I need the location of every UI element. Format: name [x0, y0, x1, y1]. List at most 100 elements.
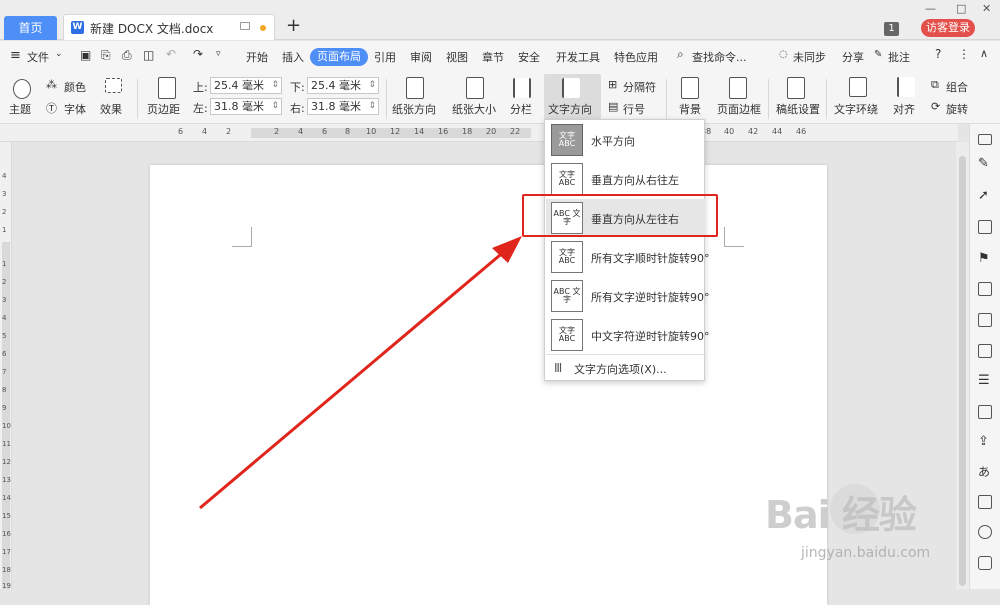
horizontal-text-icon: 文字 ABC: [551, 124, 583, 156]
export-pdf-icon[interactable]: ⎘: [101, 48, 111, 63]
menu-view[interactable]: 视图: [446, 49, 468, 65]
draft-setting-button[interactable]: 稿纸设置: [776, 101, 820, 117]
menu-chapter[interactable]: 章节: [482, 49, 504, 65]
separator-button[interactable]: 分隔符: [623, 79, 656, 95]
pen-icon[interactable]: ✎: [978, 157, 992, 171]
share-icon[interactable]: ⇪: [978, 435, 992, 449]
dropdown-item-rotate-ccw[interactable]: ABC 文字 所有文字逆时针旋转90°: [546, 277, 710, 315]
dropdown-item-horizontal[interactable]: 文字 ABC 水平方向: [546, 121, 705, 159]
menu-start[interactable]: 开始: [246, 49, 268, 65]
text-direction-button[interactable]: 文字方向: [548, 101, 592, 117]
vertical-ruler[interactable]: 4 3 2 1 1 2 3 4 5 6 7 8 9 10 11 12 13 14…: [0, 142, 12, 590]
share-button[interactable]: 分享: [842, 49, 864, 65]
background-button[interactable]: 背景: [679, 101, 701, 117]
search-icon[interactable]: ⌕: [677, 47, 684, 62]
more-icon[interactable]: ⋮: [958, 47, 970, 61]
grid-icon[interactable]: [978, 313, 992, 327]
print-preview-icon[interactable]: ◫: [143, 48, 154, 62]
menu-review[interactable]: 审阅: [410, 49, 432, 65]
align-icon: [897, 77, 915, 97]
refresh-icon[interactable]: [978, 525, 992, 539]
right-sidebar: ✎ ➚ ⚑ ☰ ⇪ あ: [969, 124, 1000, 589]
effect-button[interactable]: 效果: [100, 101, 122, 117]
tab-home[interactable]: 首页: [4, 16, 57, 40]
minimize-button[interactable]: —: [925, 2, 936, 15]
ruler-number: 2: [274, 127, 280, 136]
top-margin-input[interactable]: 25.4 毫米: [210, 77, 282, 94]
sidebar-toggle-icon[interactable]: [978, 134, 992, 145]
ruler-number: 15: [2, 512, 11, 520]
archive-icon[interactable]: [978, 495, 992, 509]
collapse-ribbon-icon[interactable]: ∧: [980, 47, 988, 60]
ruler-number: 7: [2, 368, 7, 376]
unsync-status[interactable]: 未同步: [793, 49, 826, 65]
shield-icon[interactable]: [978, 556, 992, 570]
horizontal-ruler[interactable]: 6 4 2 2 4 6 8 10 12 14 16 18 20 22 38 40…: [0, 124, 958, 142]
visitor-login-button[interactable]: 访客登录: [921, 19, 975, 37]
menu-page-layout[interactable]: 页面布局: [310, 48, 368, 66]
right-margin-input[interactable]: 31.8 毫米: [307, 98, 379, 115]
ruler-number: 2: [2, 278, 7, 286]
search-command-input[interactable]: 查找命令...: [692, 49, 747, 65]
maximize-button[interactable]: □: [956, 2, 966, 15]
new-tab-button[interactable]: +: [286, 16, 301, 36]
document-page[interactable]: [150, 165, 827, 605]
monitor-icon[interactable]: [240, 22, 250, 30]
cursor-icon[interactable]: ➚: [978, 189, 992, 203]
paper-size-button[interactable]: 纸张大小: [452, 101, 496, 117]
annotate-icon: ✎: [874, 49, 883, 60]
theme-button[interactable]: 主题: [9, 101, 31, 117]
align-button[interactable]: 对齐: [893, 101, 915, 117]
shape-icon[interactable]: [978, 220, 992, 234]
translate-icon[interactable]: あ: [978, 465, 992, 479]
close-button[interactable]: ✕: [982, 2, 991, 15]
dropdown-item-vertical-rtl[interactable]: 文字 ABC 垂直方向从右往左: [546, 160, 705, 198]
margin-corner-marker: [724, 227, 744, 247]
annotate-button[interactable]: 批注: [888, 49, 910, 65]
chevron-down-icon[interactable]: ⌄: [55, 49, 63, 59]
save-icon[interactable]: ▣: [80, 48, 91, 62]
menu-features[interactable]: 特色应用: [614, 49, 658, 65]
settings-icon[interactable]: ☰: [978, 374, 992, 388]
dropdown-separator: [546, 354, 705, 355]
bottom-margin-input[interactable]: 25.4 毫米: [307, 77, 379, 94]
chart-icon[interactable]: [978, 344, 992, 358]
color-button[interactable]: 颜色: [64, 79, 86, 95]
table-icon[interactable]: [978, 282, 992, 296]
line-number-button[interactable]: 行号: [623, 101, 645, 117]
page-border-button[interactable]: 页面边框: [717, 101, 761, 117]
rotate-button[interactable]: 旋转: [946, 101, 968, 117]
left-margin-input[interactable]: 31.8 毫米: [210, 98, 282, 115]
ruler-number: 40: [724, 127, 735, 136]
orientation-button[interactable]: 纸张方向: [392, 101, 436, 117]
dropdown-item-rotate-cw[interactable]: 文字 ABC 所有文字顺时针旋转90°: [546, 238, 710, 276]
menu-insert[interactable]: 插入: [282, 49, 304, 65]
columns-button[interactable]: 分栏: [510, 101, 532, 117]
text-direction-options-item[interactable]: Ⅲ 文字方向选项(X)...: [546, 356, 705, 380]
font-button[interactable]: 字体: [64, 101, 86, 117]
dropdown-item-cjk-rotate-ccw[interactable]: 文字 ABC 中文字符逆时针旋转90°: [546, 316, 710, 354]
quick-access-chevron-icon[interactable]: ▿: [216, 49, 221, 59]
tab-document[interactable]: W 新建 DOCX 文档.docx: [63, 14, 275, 40]
menu-reference[interactable]: 引用: [374, 49, 396, 65]
vertical-scrollbar[interactable]: [956, 142, 969, 589]
text-wrap-button[interactable]: 文字环绕: [834, 101, 878, 117]
menu-developer[interactable]: 开发工具: [556, 49, 600, 65]
undo-icon[interactable]: ↶: [166, 47, 176, 61]
help-icon[interactable]: ?: [935, 47, 941, 61]
margin-button[interactable]: 页边距: [147, 101, 180, 117]
ruler-number: 10: [2, 422, 11, 430]
image-icon[interactable]: [978, 405, 992, 419]
scrollbar-thumb[interactable]: [959, 156, 966, 586]
print-icon[interactable]: ⎙: [122, 48, 132, 63]
menu-security[interactable]: 安全: [518, 49, 540, 65]
redo-icon[interactable]: ↷: [193, 47, 203, 61]
hamburger-icon[interactable]: ≡: [10, 48, 21, 63]
style-icon[interactable]: ⚑: [978, 252, 992, 266]
group-button[interactable]: 组合: [946, 79, 968, 95]
ruler-number: 5: [2, 332, 7, 340]
menu-file[interactable]: 文件: [27, 49, 49, 65]
window-count-badge[interactable]: 1: [884, 22, 899, 36]
text-wrap-icon: [849, 77, 867, 97]
ruler-number: 12: [390, 127, 401, 136]
